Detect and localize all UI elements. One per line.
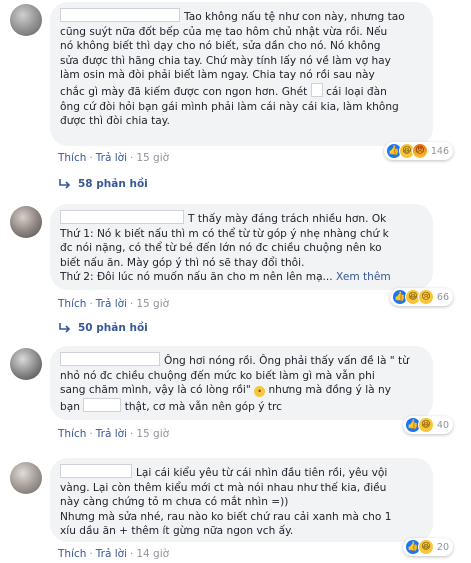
like-link[interactable]: Thích xyxy=(58,298,86,310)
comment-bubble: Tao không nấu tệ như con này, nhưng tao … xyxy=(50,2,433,146)
timestamp[interactable]: 15 giờ xyxy=(136,298,169,310)
commenter-name-redacted[interactable] xyxy=(60,210,184,224)
thinking-emoji-icon: • xyxy=(254,386,266,398)
comment-text-line: làm osin mà đòi phải biết làm ngay. Chia… xyxy=(60,69,375,82)
redacted-text xyxy=(83,397,122,412)
comment-text-line: thật, cơ mà vẫn nên góp ý trc xyxy=(124,400,282,413)
comment-text-line: sửa được thì hãng chia tay. Chứ mày tính… xyxy=(60,54,391,67)
comment-text-line: Thứ 1: Nó k biết nấu thì m có thể từ từ … xyxy=(60,227,389,240)
sad-reaction-icon: 😢 xyxy=(417,289,434,305)
comment-actions: Thích · Trả lời · 14 giờ xyxy=(58,548,170,560)
comment-text-line: đc nói nặng, có thể từ bé đến lớn nó đc … xyxy=(60,242,382,255)
angry-reaction-icon: 😠 xyxy=(411,143,428,159)
comment-text-line: xíu dầu ăn + thêm ít gừng nữa ngon vch ấ… xyxy=(60,525,294,538)
comment-actions: Thích · Trả lời · 15 giờ xyxy=(58,152,170,164)
avatar[interactable] xyxy=(10,206,42,238)
comment-text-line: sang chăm mình, vậy là có lòng rồi" xyxy=(60,384,251,397)
comment-text-line: biết nấu ăn. Mày góp ý thì nó sẽ thay đổ… xyxy=(60,256,305,269)
comment-text-line: nhỏ nó đc chiều chuộng đến mức ko biết l… xyxy=(60,369,375,382)
reaction-count: 66 xyxy=(436,291,449,303)
comment-text-line: cũng suýt nữa đốt bếp của mẹ tao hôm chủ… xyxy=(60,25,388,38)
comment-text-line: T thấy mày đáng trách nhiều hơn. Ok xyxy=(188,213,387,225)
comment-text-line: Nhưng mà sửa nhé, rau nào ko biết chứ ra… xyxy=(60,510,392,523)
reaction-count: 146 xyxy=(430,145,449,157)
reaction-summary[interactable]: 👍 😆 40 xyxy=(402,416,453,434)
comment-text-line: ông cứ đòi hỏi bạn gái mình phải làm cái… xyxy=(60,100,399,113)
view-replies-link[interactable]: 58 phản hồi xyxy=(58,178,148,190)
comment-actions: Thích · Trả lời · 15 giờ xyxy=(58,298,170,310)
comment-text-line: Thứ 2: Đôi lúc nó muốn nấu ăn cho m nên … xyxy=(60,271,333,284)
like-link[interactable]: Thích xyxy=(58,428,86,440)
comment-text-line: này càng chứng tỏ m chưa có mắt nhìn =)) xyxy=(60,496,289,509)
haha-reaction-icon: 😆 xyxy=(417,539,434,555)
timestamp[interactable]: 15 giờ xyxy=(136,152,169,164)
reaction-count: 40 xyxy=(436,419,449,431)
comment-text-line: Lại cái kiểu yêu từ cái nhìn đầu tiên rồ… xyxy=(136,467,388,479)
like-link[interactable]: Thích xyxy=(58,548,86,560)
comment-bubble: T thấy mày đáng trách nhiều hơn. Ok Thứ … xyxy=(50,204,433,290)
reply-link[interactable]: Trả lời xyxy=(96,548,127,560)
comment-text-line: nhưng mà đồng ý là ny xyxy=(265,384,392,397)
comment-text-line: cái loại đàn xyxy=(326,85,387,98)
view-replies-link[interactable]: 50 phản hồi xyxy=(58,322,148,334)
timestamp[interactable]: 15 giờ xyxy=(136,428,169,440)
avatar[interactable] xyxy=(10,4,42,36)
replies-count-label: 50 phản hồi xyxy=(78,322,148,334)
comment-actions: Thích · Trả lời · 15 giờ xyxy=(58,428,170,440)
comment-text-line: được thì đòi chia tay. xyxy=(60,115,170,128)
comment-text-line: chắc gì mày đã kiếm được con ngon hơn. G… xyxy=(60,85,308,98)
commenter-name-redacted[interactable] xyxy=(60,8,180,22)
like-link[interactable]: Thích xyxy=(58,152,86,164)
reaction-summary[interactable]: 👍 😆 20 xyxy=(402,538,453,556)
comment-thread: Tao không nấu tệ như con này, nhưng tao … xyxy=(0,0,471,563)
comment-text-line: Ông hơi nóng rồi. Ông phải thấy vấn đề l… xyxy=(164,355,409,367)
avatar[interactable] xyxy=(10,462,42,494)
commenter-name-redacted[interactable] xyxy=(60,464,132,478)
avatar[interactable] xyxy=(10,348,42,380)
replies-count-label: 58 phản hồi xyxy=(78,178,148,190)
reply-link[interactable]: Trả lời xyxy=(96,428,127,440)
commenter-name-redacted[interactable] xyxy=(60,352,160,366)
reaction-summary[interactable]: 👍 😆 😠 146 xyxy=(383,142,453,160)
comment-bubble: Ông hơi nóng rồi. Ông phải thấy vấn đề l… xyxy=(50,346,433,420)
reply-link[interactable]: Trả lời xyxy=(96,152,127,164)
comment-text-line: nó không biết thì dạy cho nó biết, sửa d… xyxy=(60,40,381,53)
reply-arrow-icon xyxy=(59,179,71,189)
timestamp[interactable]: 14 giờ xyxy=(136,548,169,560)
reply-arrow-icon xyxy=(59,323,71,333)
redacted-text xyxy=(310,82,323,97)
reply-link[interactable]: Trả lời xyxy=(96,298,127,310)
comment-bubble: Lại cái kiểu yêu từ cái nhìn đầu tiên rồ… xyxy=(50,458,433,542)
comment-text-line: bạn xyxy=(60,400,80,413)
haha-reaction-icon: 😆 xyxy=(417,417,434,433)
reaction-summary[interactable]: 👍 😆 😢 66 xyxy=(389,288,453,306)
reaction-count: 20 xyxy=(436,541,449,553)
comment-text-line: vàng. Lại còn thêm kiểu mới ct mà nói nh… xyxy=(60,481,387,494)
see-more-link[interactable]: Xem thêm xyxy=(336,271,391,283)
comment-text-line: Tao không nấu tệ như con này, nhưng tao xyxy=(184,11,405,23)
